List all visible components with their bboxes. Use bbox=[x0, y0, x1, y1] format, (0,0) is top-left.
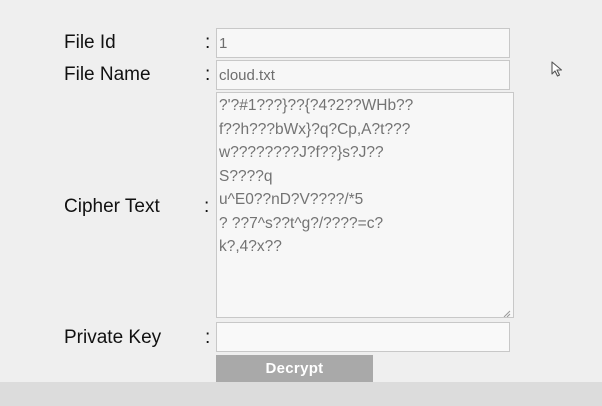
file-id-field[interactable] bbox=[216, 28, 510, 58]
private-key-field[interactable] bbox=[216, 322, 510, 352]
file-name-colon: : bbox=[205, 64, 211, 85]
private-key-label: Private Key bbox=[64, 327, 162, 348]
cipher-text-colon: : bbox=[204, 196, 210, 217]
decrypt-file-form: File Id : File Name : Cipher Text : ?'?#… bbox=[0, 0, 602, 406]
file-name-label: File Name bbox=[64, 64, 151, 85]
cipher-text-label: Cipher Text bbox=[64, 196, 160, 217]
file-id-label: File Id bbox=[64, 32, 116, 53]
mouse-pointer-icon bbox=[551, 61, 563, 77]
private-key-colon: : bbox=[205, 327, 211, 348]
bottom-bar bbox=[0, 382, 602, 406]
file-name-field[interactable] bbox=[216, 60, 510, 90]
decrypt-button[interactable]: Decrypt bbox=[216, 355, 373, 382]
cipher-text-area[interactable]: ?'?#1???}??{?4?2??WHb?? f??h???bWx}?q?Cp… bbox=[216, 92, 514, 318]
file-id-colon: : bbox=[205, 32, 211, 53]
